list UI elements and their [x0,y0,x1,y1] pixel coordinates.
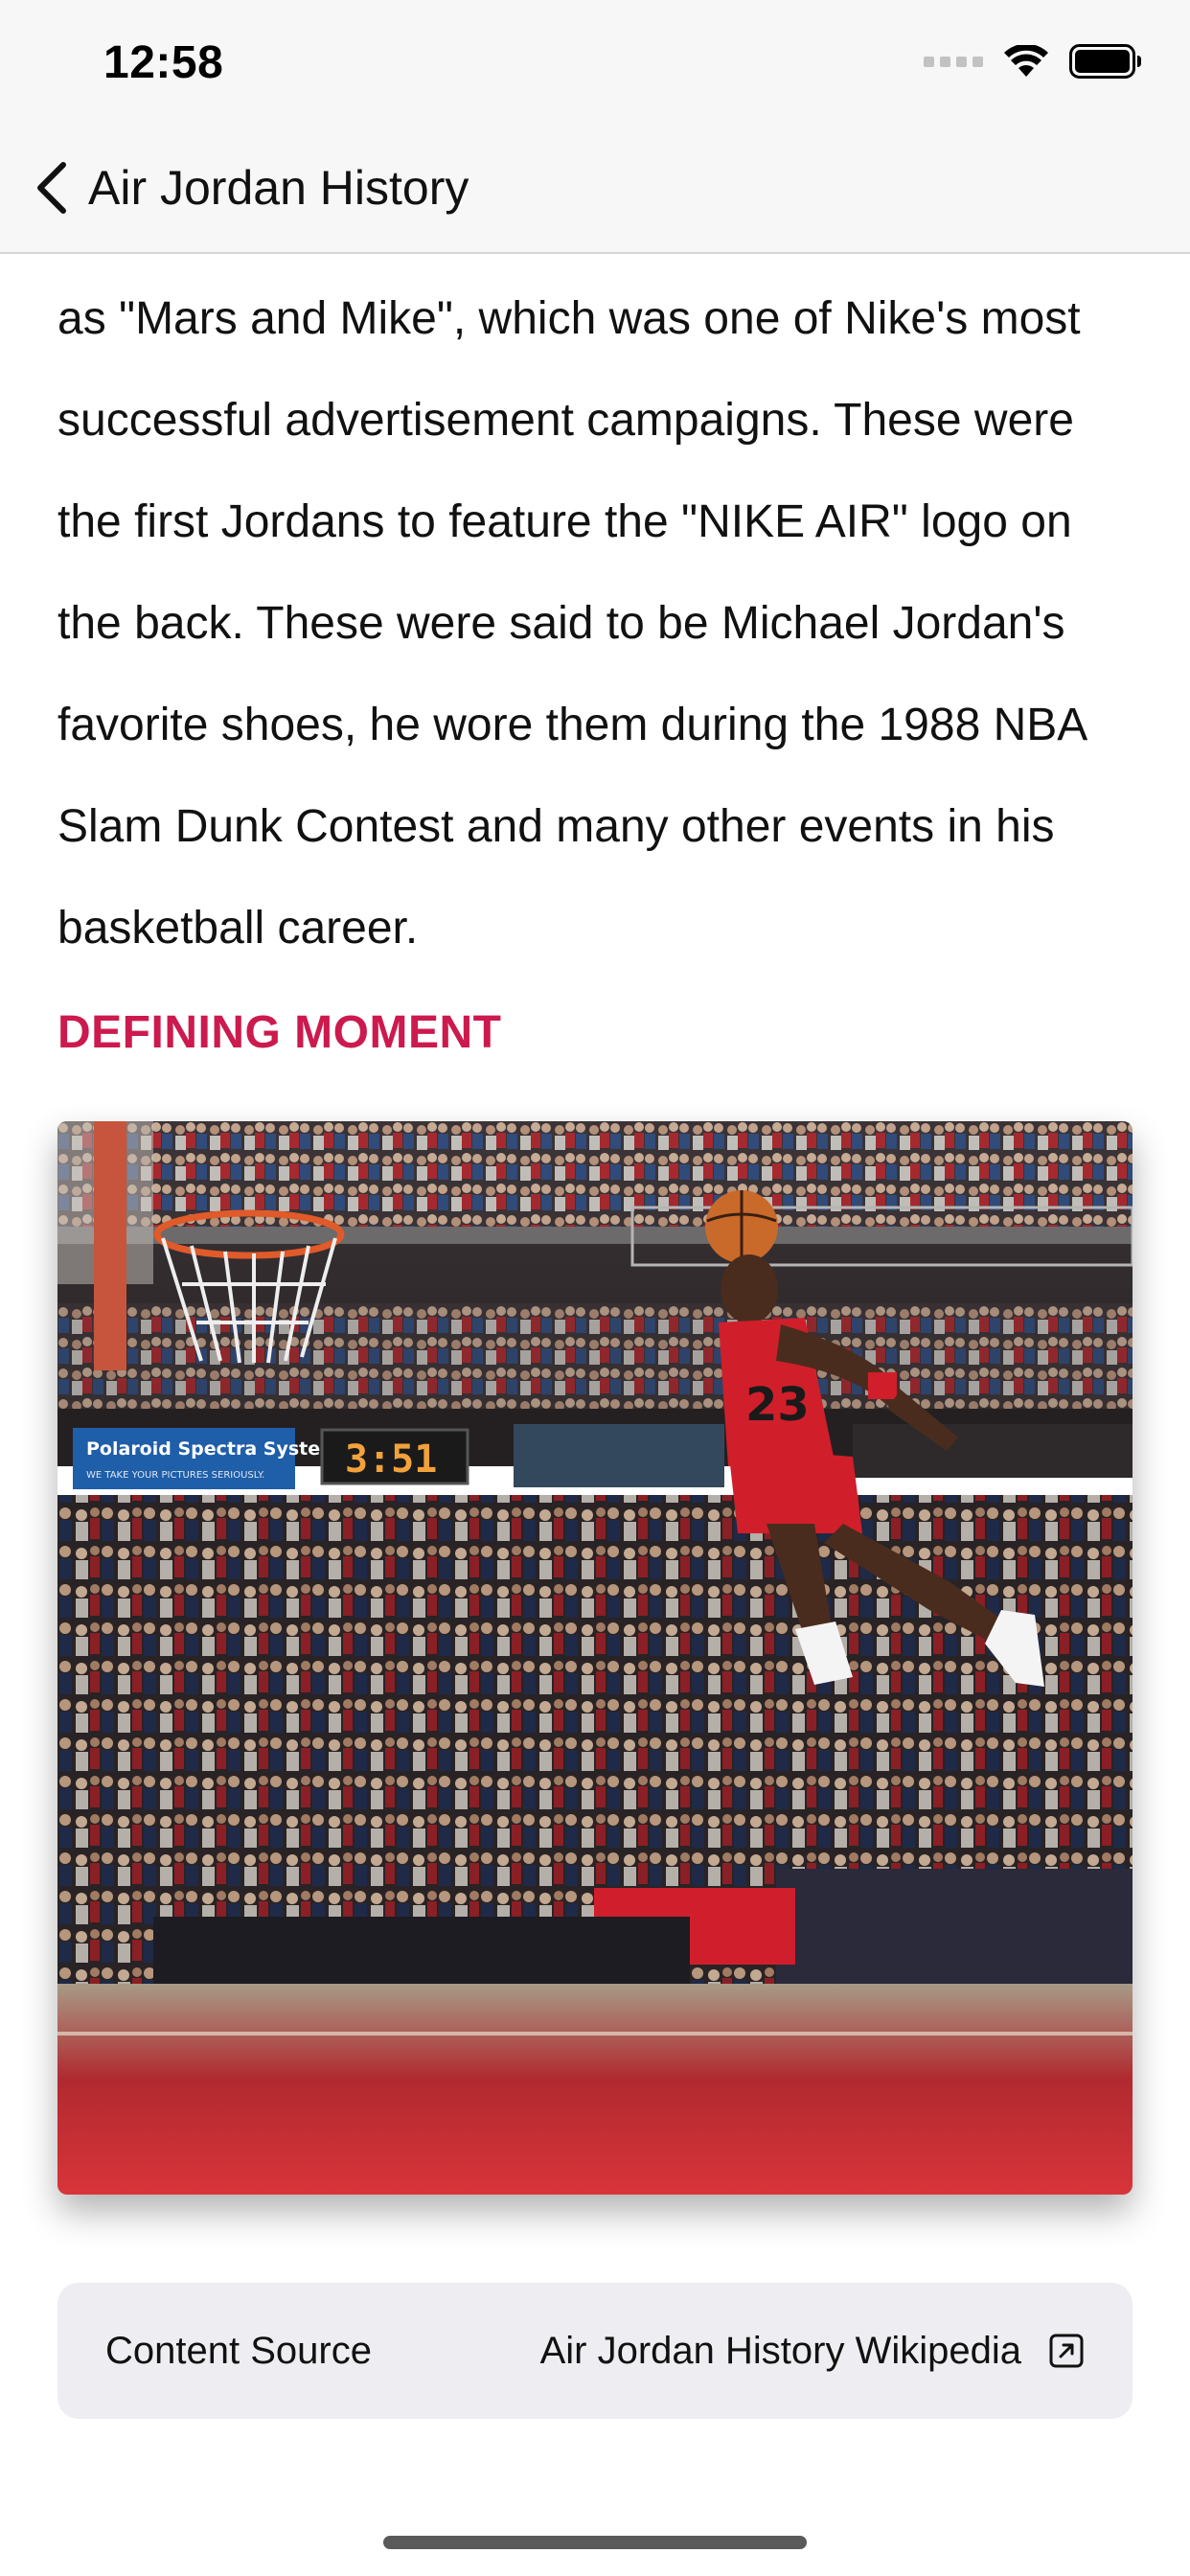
status-icons [924,42,1142,80]
content-source-row: Content Source Air Jordan History Wikipe… [57,2283,1133,2419]
wikipedia-link[interactable]: Air Jordan History Wikipedia [540,2330,1085,2373]
back-button[interactable]: Air Jordan History [33,159,469,217]
home-indicator[interactable] [383,2536,807,2549]
wikipedia-link-text: Air Jordan History Wikipedia [539,2329,1021,2372]
wifi-icon [1004,45,1048,77]
navigation-bar: Air Jordan History [0,144,1190,236]
page-title: Air Jordan History [88,161,469,215]
top-chrome: 12:58 Air Jordan History [0,0,1190,254]
content-source-label: Content Source [105,2329,372,2372]
battery-icon [1069,44,1141,79]
chevron-left-icon [37,162,66,214]
section-heading: DEFINING MOMENT [57,1007,502,1058]
cellular-signal-icon [924,56,983,67]
scoreboard-clock: 3:51 [345,1438,437,1482]
status-time: 12:58 [103,37,224,88]
defining-moment-photo: Polaroid Spectra System. WE TAKE YOUR PI… [57,1121,1133,2195]
svg-text:23: 23 [745,1378,810,1432]
article-paragraph: as "Mars and Mike", which was one of Nik… [57,293,1086,954]
external-link-icon [1049,2334,1084,2368]
banner-subtext: WE TAKE YOUR PICTURES SERIOUSLY. [86,1470,264,1481]
banner-text: Polaroid Spectra System. [86,1438,346,1460]
